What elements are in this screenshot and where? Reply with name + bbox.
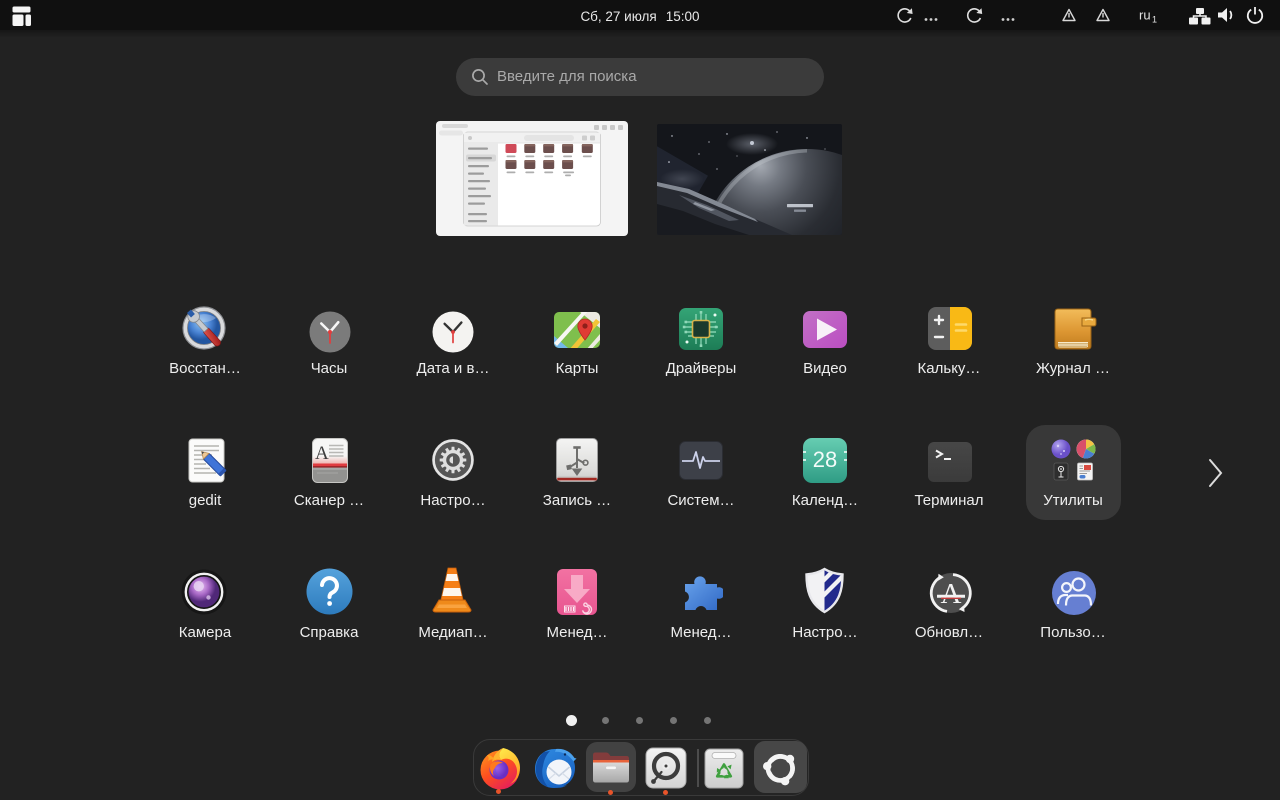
svg-text:ru: ru	[1139, 8, 1151, 23]
svg-text:A: A	[941, 578, 962, 610]
svg-text:A: A	[315, 443, 329, 464]
svg-text:1: 1	[1152, 15, 1157, 25]
svg-text:28: 28	[813, 447, 837, 472]
